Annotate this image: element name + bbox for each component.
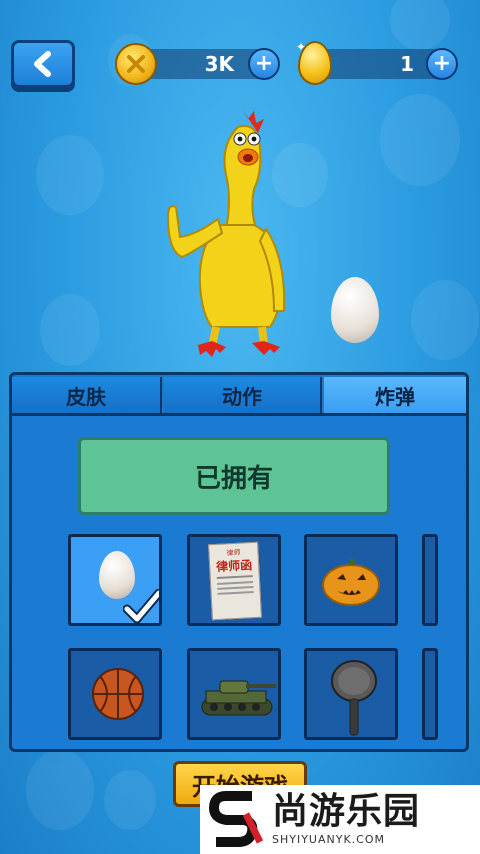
egg-count: 1 — [400, 52, 414, 76]
tank-icon — [201, 680, 276, 716]
rubber-chicken-character — [166, 109, 286, 357]
add-eggs-button[interactable]: + — [426, 48, 458, 80]
add-coins-button[interactable]: + — [248, 48, 280, 80]
tab-divider — [12, 413, 466, 416]
tab-skins[interactable]: 皮肤 — [12, 377, 162, 413]
item-slot-egg[interactable] — [68, 534, 162, 626]
tab-actions[interactable]: 动作 — [164, 377, 322, 413]
gold-coin-icon — [115, 43, 157, 85]
basketball-icon — [92, 668, 144, 720]
owned-button[interactable]: 已拥有 — [78, 437, 390, 515]
lawyer-letter-icon: 律师 律师函 — [208, 541, 262, 621]
item-slot-basketball[interactable] — [68, 648, 162, 740]
tab-label: 动作 — [222, 384, 262, 409]
back-button[interactable] — [11, 40, 75, 88]
watermark: 尚游乐园 SHYIYUANYK.COM — [200, 785, 480, 854]
watermark-subtitle: SHYIYUANYK.COM — [272, 832, 385, 846]
chevron-left-icon — [34, 51, 51, 77]
paper-title: 律师函 — [215, 558, 253, 574]
sparkle-icon: ✦ — [296, 40, 307, 54]
item-slot-frying-pan[interactable] — [304, 648, 398, 740]
tab-label: 皮肤 — [66, 384, 106, 409]
pumpkin-icon — [322, 558, 380, 606]
watermark-title: 尚游乐园 — [272, 790, 421, 832]
item-slot-lawyer-letter[interactable]: 律师 律师函 — [187, 534, 281, 626]
owned-label: 已拥有 — [194, 463, 273, 494]
plus-icon: + — [254, 51, 274, 76]
item-slot-tank[interactable] — [187, 648, 281, 740]
item-slot-partial[interactable] — [422, 534, 438, 626]
item-panel: 皮肤 动作 炸弹 已拥有 律师 律师函 — [9, 372, 469, 752]
coin-count: 3K — [204, 52, 234, 76]
item-slot-pumpkin[interactable] — [304, 534, 398, 626]
checkmark-icon — [123, 589, 159, 623]
plus-icon: + — [432, 51, 452, 76]
item-slot-partial[interactable] — [422, 648, 438, 740]
watermark-logo-icon — [208, 790, 264, 847]
frying-pan-icon — [331, 660, 377, 736]
tab-label: 炸弹 — [375, 384, 415, 409]
tab-bombs[interactable]: 炸弹 — [324, 377, 466, 413]
